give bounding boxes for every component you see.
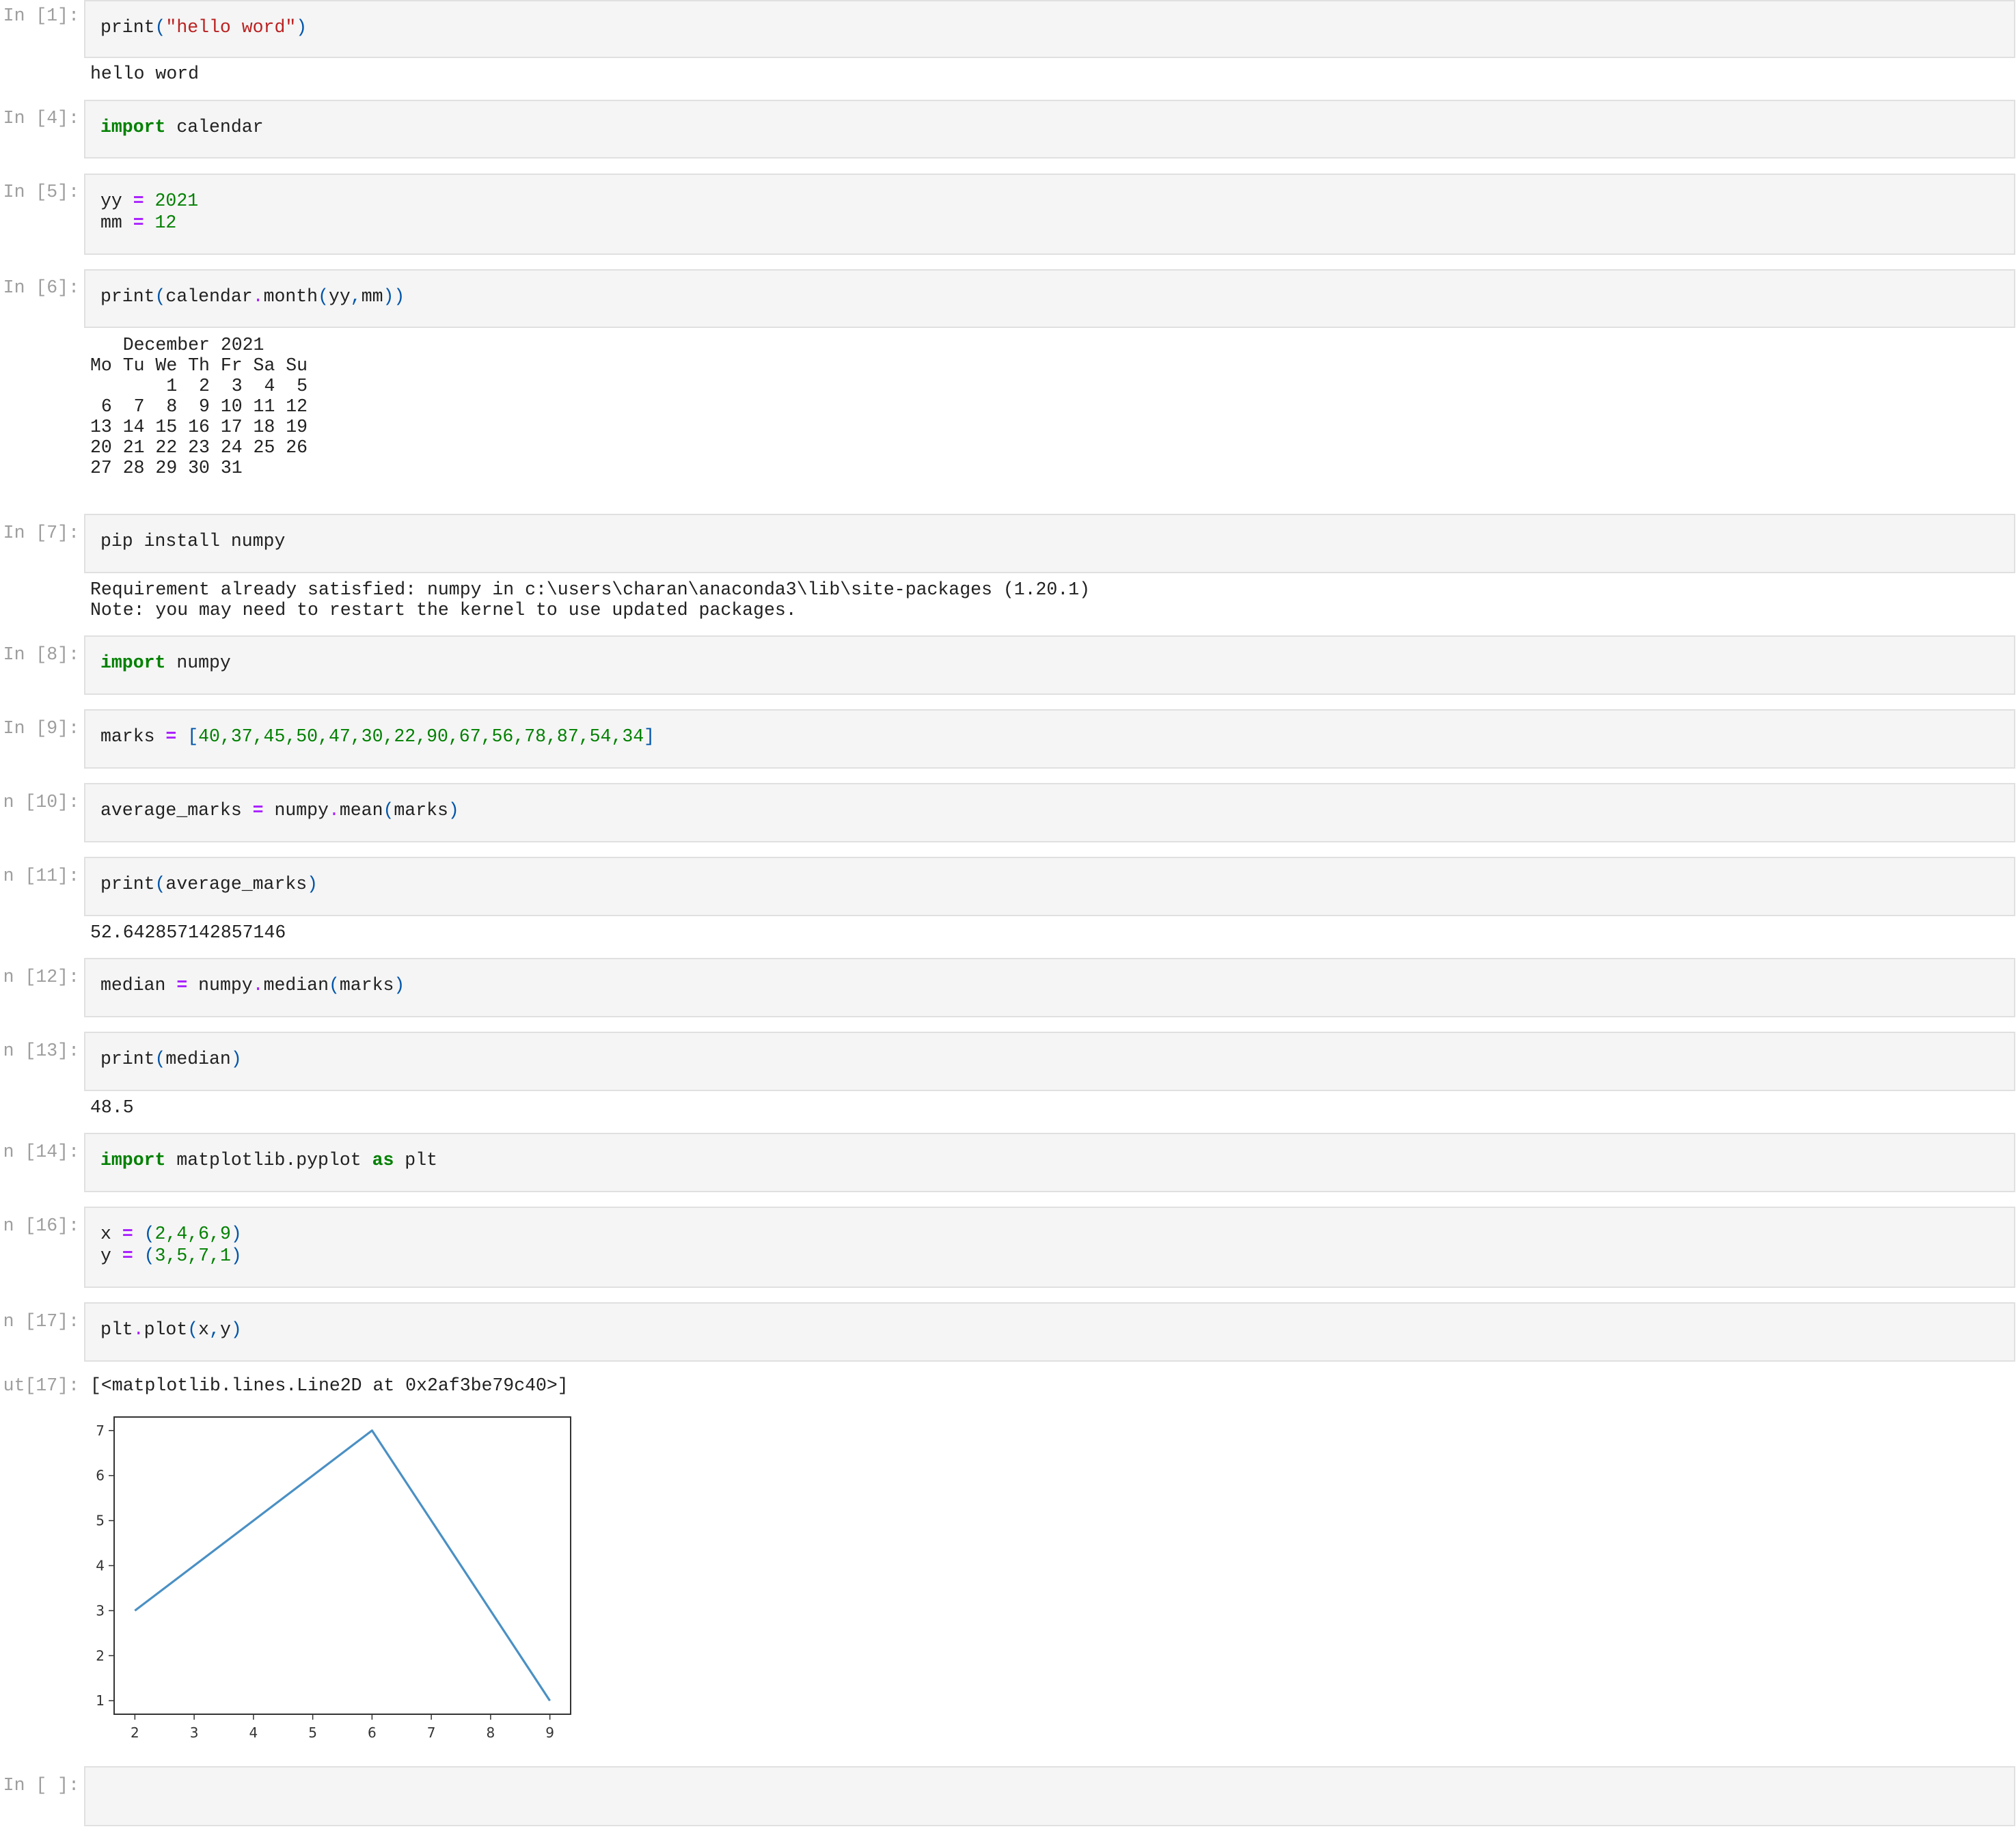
code-line: print(average_marks) [100,874,318,894]
input-prompt: In [1]: [3,5,79,26]
y-tick-label: 2 [96,1647,105,1664]
code-cell[interactable]: print(average_marks) [84,857,2015,916]
code-cell[interactable]: average_marks = numpy.mean(marks) [84,783,2015,842]
input-prompt: In [9]: [3,718,79,739]
input-prompt: n [12]: [3,967,79,987]
input-prompt: n [10]: [3,792,79,812]
code-cell[interactable]: x = (2,4,6,9) y = (3,5,7,1) [84,1207,2015,1288]
axes-frame [113,1416,571,1715]
cell-output: [<matplotlib.lines.Line2D at 0x2af3be79c… [90,1375,569,1396]
input-prompt: n [14]: [3,1142,79,1162]
input-prompt: n [13]: [3,1041,79,1061]
cell-output: hello word [90,64,200,84]
code-line: pip install numpy [100,531,286,551]
x-tick-label: 4 [249,1724,258,1741]
code-line: median = numpy.median(marks) [100,975,405,995]
input-prompt: In [6]: [3,277,79,298]
code-line: plt.plot(x,y) [100,1319,242,1340]
input-prompt: In [5]: [3,182,79,202]
x-tick-label: 7 [427,1724,436,1741]
x-tick-label: 5 [308,1724,317,1741]
input-prompt: In [4]: [3,108,79,128]
calendar-output: December 2021 Mo Tu We Th Fr Sa Su 1 2 3… [90,335,308,478]
code-cell[interactable]: import calendar [84,100,2015,159]
cell-output: Requirement already satisfied: numpy in … [90,579,1091,620]
code-cell[interactable]: median = numpy.median(marks) [84,958,2015,1017]
code-cell[interactable]: plt.plot(x,y) [84,1302,2015,1362]
code-cell[interactable]: import numpy [84,635,2015,695]
code-cell[interactable]: print(calendar.month(yy,mm)) [84,269,2015,328]
x-tick-label: 9 [545,1724,554,1741]
code-line: average_marks = numpy.mean(marks) [100,800,459,821]
x-tick-label: 6 [368,1724,377,1741]
code-cell[interactable]: print("hello word") [84,0,2015,58]
code-cell[interactable]: print(median) [84,1032,2015,1091]
code-line: import calendar [100,117,264,137]
output-prompt: ut[17]: [3,1375,79,1396]
code-line: yy = 2021 [100,191,199,211]
y-tick-label: 5 [96,1513,105,1529]
y-tick-label: 3 [96,1602,105,1619]
code-line: print(calendar.month(yy,mm)) [100,286,405,307]
x-tick-label: 3 [190,1724,199,1741]
code-cell[interactable]: yy = 2021 mm = 12 [84,174,2015,255]
code-line: mm = 12 [100,212,177,233]
code-cell[interactable]: import matplotlib.pyplot as plt [84,1133,2015,1192]
code-cell[interactable]: marks = [40,37,45,50,47,30,22,90,67,56,7… [84,709,2015,769]
code-line: print("hello word") [100,17,308,38]
line-plot: 2 3 4 5 6 7 8 9 1 2 3 4 5 6 7 [96,1416,571,1741]
input-prompt: In [8]: [3,644,79,665]
y-tick-label: 4 [96,1558,105,1574]
code-cell[interactable]: pip install numpy [84,514,2015,573]
input-prompt: n [17]: [3,1311,79,1332]
code-line: import numpy [100,652,231,673]
code-line: y = (3,5,7,1) [100,1246,242,1266]
y-tick-label: 1 [96,1692,105,1709]
cell-output: 48.5 [90,1097,134,1118]
empty-code-cell[interactable] [84,1766,2015,1826]
y-tick-label: 6 [96,1468,105,1484]
input-prompt: In [ ]: [3,1775,79,1796]
input-prompt: n [16]: [3,1215,79,1236]
cell-output: 52.642857142857146 [90,922,286,943]
x-tick-label: 2 [131,1724,139,1741]
code-line: x = (2,4,6,9) [100,1224,242,1244]
y-tick-label: 7 [96,1422,105,1439]
series-line [134,1429,551,1702]
code-line: marks = [40,37,45,50,47,30,22,90,67,56,7… [100,726,655,747]
code-line: print(median) [100,1049,242,1069]
input-prompt: In [7]: [3,523,79,543]
code-line: import matplotlib.pyplot as plt [100,1150,438,1170]
x-tick-label: 8 [487,1724,495,1741]
input-prompt: n [11]: [3,866,79,886]
